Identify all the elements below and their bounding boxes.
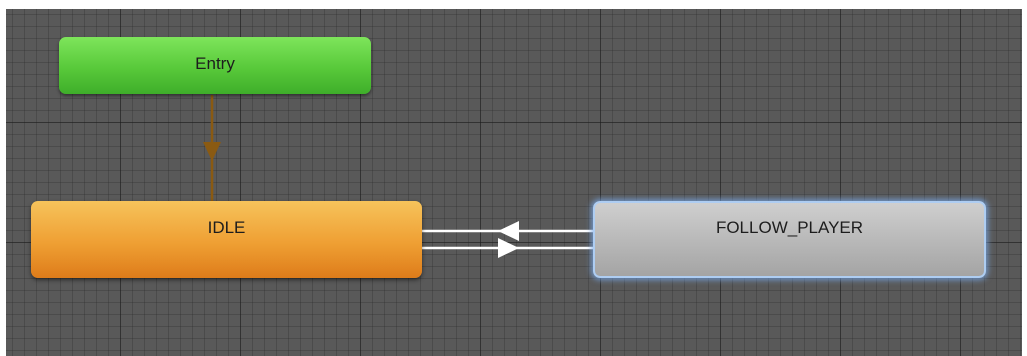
state-node-idle-label: IDLE <box>207 218 246 237</box>
state-node-idle[interactable]: IDLE <box>31 201 422 278</box>
transition-idle-to-follow-player-arrow <box>498 238 519 258</box>
animator-graph-canvas[interactable]: Entry IDLE FOLLOW_PLAYER <box>6 9 1022 356</box>
transition-follow-player-to-idle-arrow <box>498 221 519 241</box>
state-node-follow-player-label: FOLLOW_PLAYER <box>715 218 864 237</box>
state-node-follow-player[interactable]: FOLLOW_PLAYER <box>593 201 986 278</box>
state-node-entry-label: Entry <box>195 54 235 73</box>
transition-entry-to-idle-arrow <box>203 142 221 161</box>
state-node-entry[interactable]: Entry <box>59 37 371 94</box>
